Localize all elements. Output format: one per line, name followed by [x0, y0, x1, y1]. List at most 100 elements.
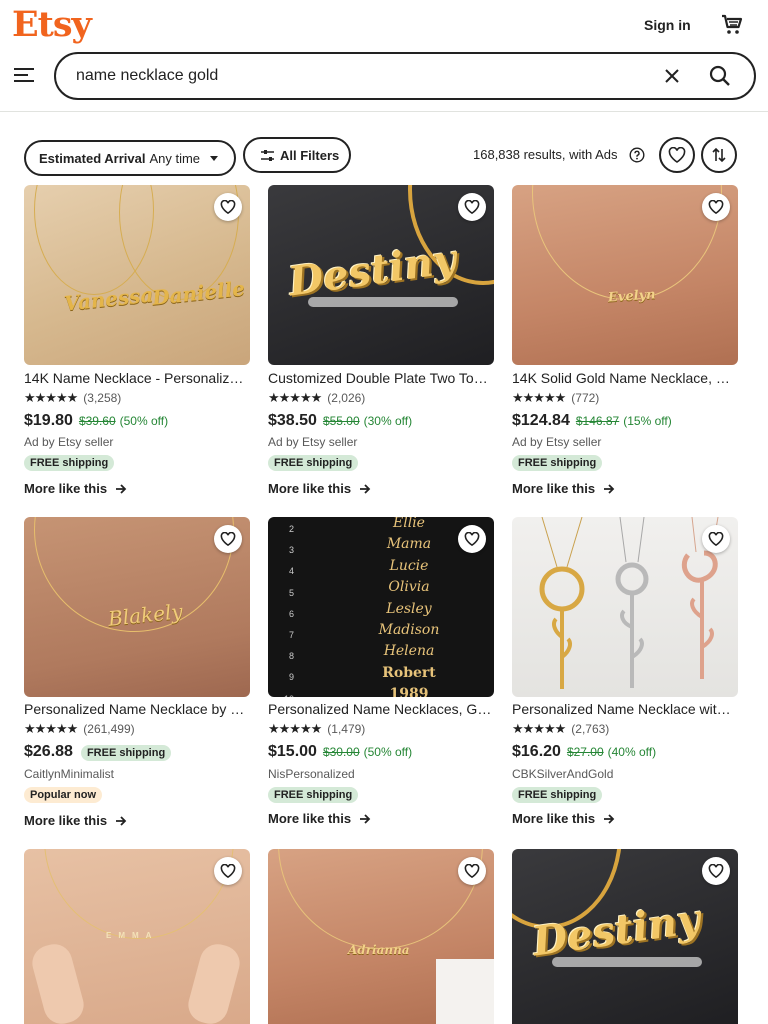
stars-icon: ★★★★★ [512, 721, 566, 736]
site-header: Etsy Sign in name necklace gold [0, 0, 768, 112]
etsy-logo[interactable]: Etsy [12, 4, 92, 45]
seller-label: Ad by Etsy seller [512, 435, 602, 449]
menu-icon[interactable] [14, 66, 34, 84]
more-like-this-link[interactable]: More like this [268, 811, 371, 826]
ruler-number: 5 [288, 587, 294, 598]
product-image[interactable]: Destiny [512, 849, 738, 1024]
more-like-this-label: More like this [512, 811, 596, 826]
popular-now-badge: Popular now [24, 787, 102, 803]
shop-name[interactable]: NisPersonalized [268, 767, 355, 781]
cart-icon[interactable] [720, 13, 744, 37]
product-image[interactable]: Destiny [268, 185, 494, 365]
heart-icon [220, 864, 236, 878]
review-count: (2,763) [571, 722, 610, 736]
arrival-value: Any time [149, 150, 201, 166]
product-image[interactable]: 2 3 4 5 6 7 8 9 10 11 Ellie Mama Lucie O… [268, 517, 494, 697]
sign-in-link[interactable]: Sign in [644, 17, 691, 33]
product-image[interactable]: Adrianna [268, 849, 494, 1024]
original-price: $30.00 [322, 745, 360, 759]
ruler-number: 6 [288, 608, 294, 619]
all-filters-button[interactable]: All Filters [243, 137, 351, 173]
seller-label: Ad by Etsy seller [24, 435, 114, 449]
favorite-button[interactable] [214, 857, 242, 885]
all-filters-label: All Filters [280, 147, 340, 163]
search-input[interactable]: name necklace gold [76, 67, 218, 85]
product-image[interactable]: Vanessa Danielle [24, 185, 250, 365]
search-icon[interactable] [708, 64, 732, 88]
original-price: $55.00 [322, 414, 360, 428]
heart-icon [464, 532, 480, 546]
favorite-button[interactable] [702, 857, 730, 885]
more-like-this-link[interactable]: More like this [24, 813, 127, 828]
filter-sliders-icon [261, 149, 274, 161]
product-image[interactable] [512, 517, 738, 697]
free-shipping-badge: FREE shipping [24, 455, 115, 471]
original-price: $146.87 [575, 414, 620, 428]
stars-icon: ★★★★★ [512, 390, 566, 405]
more-like-this-link[interactable]: More like this [512, 481, 615, 496]
save-search-button[interactable] [659, 137, 695, 173]
product-title[interactable]: 14K Name Necklace - Personalized Name Ne… [24, 370, 250, 386]
sort-button[interactable] [701, 137, 737, 173]
product-title[interactable]: 14K Solid Gold Name Necklace, Dainty Nam… [512, 370, 738, 386]
favorite-button[interactable] [214, 193, 242, 221]
rating: ★★★★★ (772) [512, 390, 599, 406]
favorite-button[interactable] [702, 525, 730, 553]
product-title[interactable]: Customized Double Plate Two Tone Name Ne… [268, 370, 494, 386]
favorite-button[interactable] [458, 193, 486, 221]
review-count: (261,499) [83, 722, 135, 736]
product-title[interactable]: Personalized Name Necklace with Birth Fl… [512, 701, 738, 717]
ruler-number: 2 [288, 524, 294, 534]
shop-name[interactable]: CaitlynMinimalist [24, 767, 114, 781]
stars-icon: ★★★★★ [268, 390, 322, 405]
heart-icon [220, 532, 236, 546]
more-like-this-link[interactable]: More like this [24, 481, 127, 496]
pendant-text: Destiny [285, 235, 460, 306]
seller-label: Ad by Etsy seller [268, 435, 358, 449]
search-bar[interactable]: name necklace gold [54, 52, 756, 100]
free-shipping-badge: FREE shipping [512, 455, 603, 471]
rating: ★★★★★ (261,499) [24, 721, 135, 737]
rating: ★★★★★ (2,026) [268, 390, 365, 406]
pendant-text: 1989 [389, 686, 429, 697]
product-title[interactable]: Personalized Name Necklaces, Gold Name N… [268, 701, 494, 717]
shop-name[interactable]: CBKSilverAndGold [512, 767, 613, 781]
clear-search-icon[interactable] [662, 66, 682, 86]
more-like-this-link[interactable]: More like this [268, 481, 371, 496]
arrow-right-icon [360, 813, 371, 824]
product-image[interactable]: Blakely [24, 517, 250, 697]
free-shipping-badge: FREE shipping [268, 787, 359, 803]
price-row: $16.20 $27.00 (40% off) [512, 743, 656, 761]
pendant-text: Madison [378, 622, 440, 639]
heart-icon [708, 864, 724, 878]
free-shipping-badge: FREE shipping [80, 745, 172, 761]
heart-icon [668, 147, 686, 163]
pendant-text: Robert [382, 664, 436, 681]
ruler-number: 10 [280, 689, 294, 697]
product-image[interactable]: Evelyn [512, 185, 738, 365]
help-icon[interactable] [629, 147, 645, 163]
price-row: $19.80 $39.60 (50% off) [24, 412, 168, 430]
rating: ★★★★★ (1,479) [268, 721, 365, 737]
free-shipping-badge: FREE shipping [512, 787, 603, 803]
favorite-button[interactable] [458, 525, 486, 553]
arrow-right-icon [360, 483, 371, 494]
review-count: (1,479) [327, 722, 366, 736]
pendant-text: Evelyn [607, 287, 657, 306]
discount-percent: (50% off) [363, 745, 413, 759]
estimated-arrival-filter[interactable]: Estimated Arrival Any time [24, 140, 236, 176]
sale-price: $26.88 [24, 743, 73, 760]
pendant-text: Lesley [386, 600, 432, 617]
rating: ★★★★★ (3,258) [24, 390, 121, 406]
more-like-this-link[interactable]: More like this [512, 811, 615, 826]
product-image[interactable]: EMMA [24, 849, 250, 1024]
product-title[interactable]: Personalized Name Necklace by CaitlynMin… [24, 701, 250, 717]
free-shipping-badge: FREE shipping [268, 455, 359, 471]
favorite-button[interactable] [702, 193, 730, 221]
favorite-button[interactable] [214, 525, 242, 553]
heart-icon [464, 200, 480, 214]
favorite-button[interactable] [458, 857, 486, 885]
pendant-text: Lucie [389, 557, 429, 574]
heart-icon [708, 200, 724, 214]
results-count: 168,838 results, with Ads [473, 147, 618, 162]
